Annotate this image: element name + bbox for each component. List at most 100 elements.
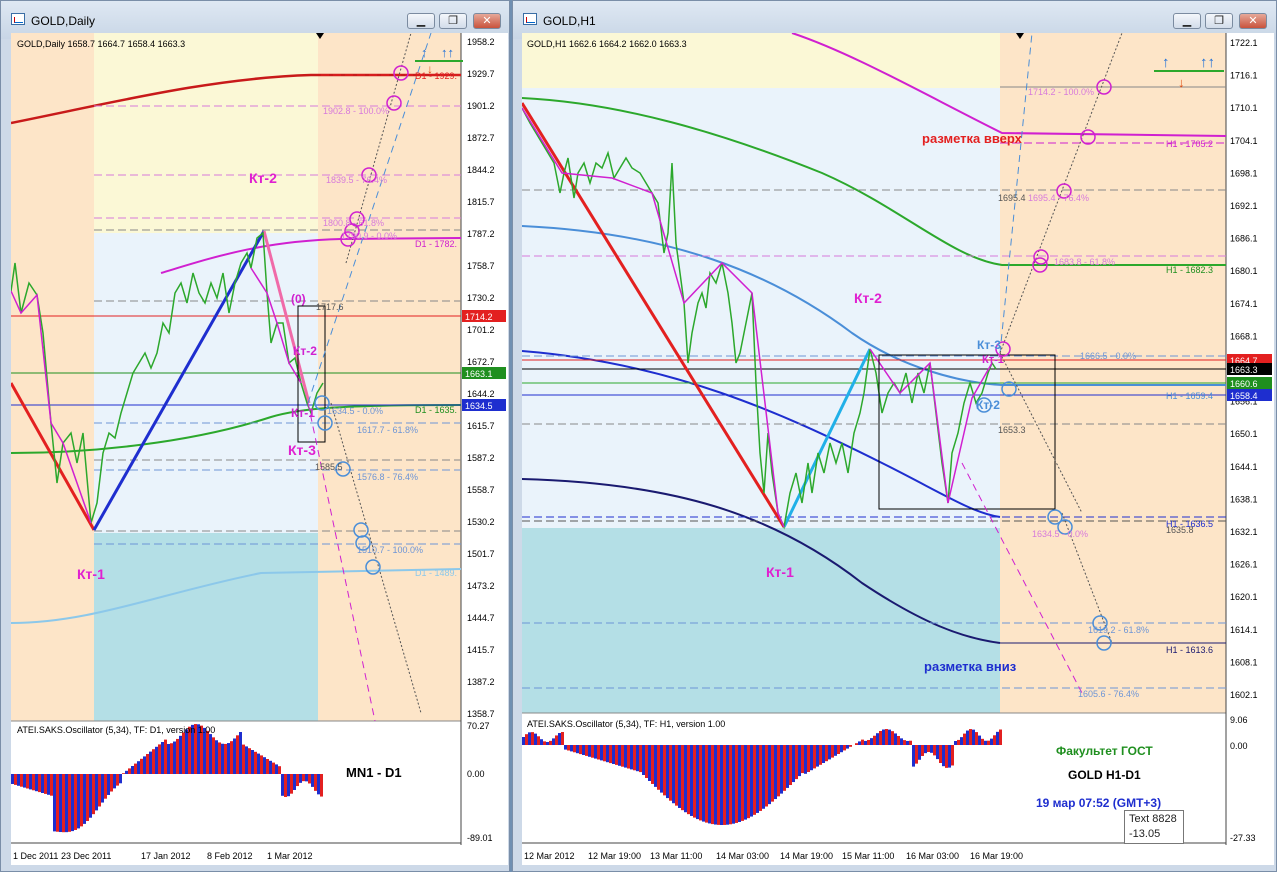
osc-bar xyxy=(780,745,783,794)
osc-bar xyxy=(726,745,729,825)
osc-bar xyxy=(768,745,771,805)
osc-bar xyxy=(603,745,606,762)
osc-bar xyxy=(62,774,65,833)
osc-bar xyxy=(765,745,768,807)
window-gold-h1[interactable]: GOLD,H1 ▁ ❐ ✕ ↑ ↑↑ ↓ GOLD,H1 1662.6 1664… xyxy=(512,0,1277,872)
price-badge: 1658.4 xyxy=(1230,391,1258,401)
osc-bar xyxy=(540,739,543,745)
osc-bar xyxy=(648,745,651,781)
osc-bar xyxy=(753,745,756,815)
osc-bar xyxy=(296,774,299,787)
close-button[interactable]: ✕ xyxy=(473,13,501,29)
level-label: H1 - 1705.2 xyxy=(1166,139,1213,149)
osc-bar xyxy=(867,739,870,745)
osc-bar xyxy=(996,731,999,745)
chart-area[interactable]: ↑ ↑↑ ↓ GOLD,Daily 1658.7 1664.7 1658.4 1… xyxy=(11,33,508,865)
level-label: 1576.8 - 76.4% xyxy=(357,472,418,482)
osc-bar xyxy=(170,743,173,774)
osc-bar xyxy=(864,740,867,745)
osc-bar xyxy=(819,745,822,765)
h1-chart[interactable]: ↑ ↑↑ ↓ GOLD,H1 1662.6 1664.2 1662.0 1663… xyxy=(522,33,1274,865)
level-label: 1839.5 - 76.4% xyxy=(326,175,387,185)
osc-bar xyxy=(750,745,753,817)
osc-bar xyxy=(657,745,660,790)
osc-bar xyxy=(119,774,122,784)
osc-bar xyxy=(131,766,134,774)
osc-bar xyxy=(669,745,672,801)
level-label: 1585.5 xyxy=(315,462,343,472)
price-tick: 1615.7 xyxy=(467,421,495,431)
osc-bar xyxy=(933,745,936,756)
daily-chart[interactable]: ↑ ↑↑ ↓ GOLD,Daily 1658.7 1664.7 1658.4 1… xyxy=(11,33,508,865)
osc-bar xyxy=(44,774,47,794)
price-tick: 1650.1 xyxy=(1230,429,1258,439)
osc-bar xyxy=(528,732,531,745)
osc-bar xyxy=(675,745,678,806)
osc-bar xyxy=(176,738,179,774)
level-label: H1 - 1613.6 xyxy=(1166,645,1213,655)
date-label: 19 мар 07:52 (GMT+3) xyxy=(1036,796,1161,810)
price-tick: 1686.1 xyxy=(1230,234,1258,244)
osc-bar xyxy=(549,740,552,745)
osc-bar xyxy=(558,733,561,745)
osc-bar xyxy=(543,741,546,745)
osc-bar xyxy=(570,745,573,752)
svg-text:↑: ↑ xyxy=(1162,54,1170,71)
osc-bar xyxy=(690,745,693,816)
osc-bar xyxy=(903,740,906,745)
level-label: 1634.5 - 0.0% xyxy=(327,406,383,416)
price-tick: 1872.7 xyxy=(467,133,495,143)
close-button[interactable]: ✕ xyxy=(1239,13,1267,29)
osc-bar xyxy=(909,740,912,745)
osc-bar xyxy=(272,762,275,774)
osc-bar xyxy=(591,745,594,758)
price-tick: 1710.1 xyxy=(1230,103,1258,113)
minimize-button[interactable]: ▁ xyxy=(1173,13,1201,29)
restore-button[interactable]: ❐ xyxy=(1205,13,1233,29)
price-tick: 1387.2 xyxy=(467,677,495,687)
osc-bar xyxy=(720,745,723,825)
osc-bar xyxy=(906,740,909,745)
label-kt2-top: Кт-2 xyxy=(249,170,277,186)
osc-bar xyxy=(801,745,804,774)
price-tick: 1638.1 xyxy=(1230,494,1258,504)
osc-bar xyxy=(816,745,819,767)
label-kt1-small: Кт-1 xyxy=(291,406,315,420)
tooltip: Text 8828 -13.05 xyxy=(1124,810,1184,844)
osc-bar xyxy=(873,735,876,745)
osc-bar xyxy=(789,745,792,786)
osc-bar xyxy=(305,774,308,782)
osc-bar xyxy=(732,745,735,824)
chart-area[interactable]: ↑ ↑↑ ↓ GOLD,H1 1662.6 1664.2 1662.0 1663… xyxy=(522,33,1274,865)
osc-bar xyxy=(756,745,759,813)
osc-bar xyxy=(636,745,639,772)
restore-button[interactable]: ❐ xyxy=(439,13,467,29)
osc-bar xyxy=(224,743,227,774)
price-tick: 1608.1 xyxy=(1230,657,1258,667)
osc-bar xyxy=(735,745,738,823)
osc-bar xyxy=(317,774,320,795)
osc-bar xyxy=(957,739,960,745)
price-tick: 1626.1 xyxy=(1230,560,1258,570)
price-tick: 1958.2 xyxy=(467,37,495,47)
osc-bar xyxy=(618,745,621,766)
osc-bar xyxy=(242,744,245,774)
minimize-button[interactable]: ▁ xyxy=(407,13,435,29)
osc-bar xyxy=(972,729,975,745)
osc-bar xyxy=(630,745,633,770)
window-gold-daily[interactable]: GOLD,Daily ▁ ❐ ✕ ↑ ↑↑ ↓ GOLD,Daily 1658.… xyxy=(0,0,510,872)
osc-bar xyxy=(939,745,942,764)
osc-bar xyxy=(38,774,41,793)
level-label: 1634.5 - 0.0% xyxy=(1032,529,1088,539)
osc-bar xyxy=(122,773,125,774)
osc-bar xyxy=(645,745,648,778)
time-label: 14 Mar 03:00 xyxy=(716,851,769,861)
level-label: 1717.6 xyxy=(316,302,344,312)
price-tick: 1672.7 xyxy=(467,357,495,367)
osc-bar xyxy=(999,729,1002,745)
time-label: 8 Feb 2012 xyxy=(207,851,253,861)
osc-bar xyxy=(149,751,152,774)
time-label: 23 Dec 2011 xyxy=(61,851,111,861)
osc-bar xyxy=(696,745,699,820)
osc-bar xyxy=(891,731,894,745)
